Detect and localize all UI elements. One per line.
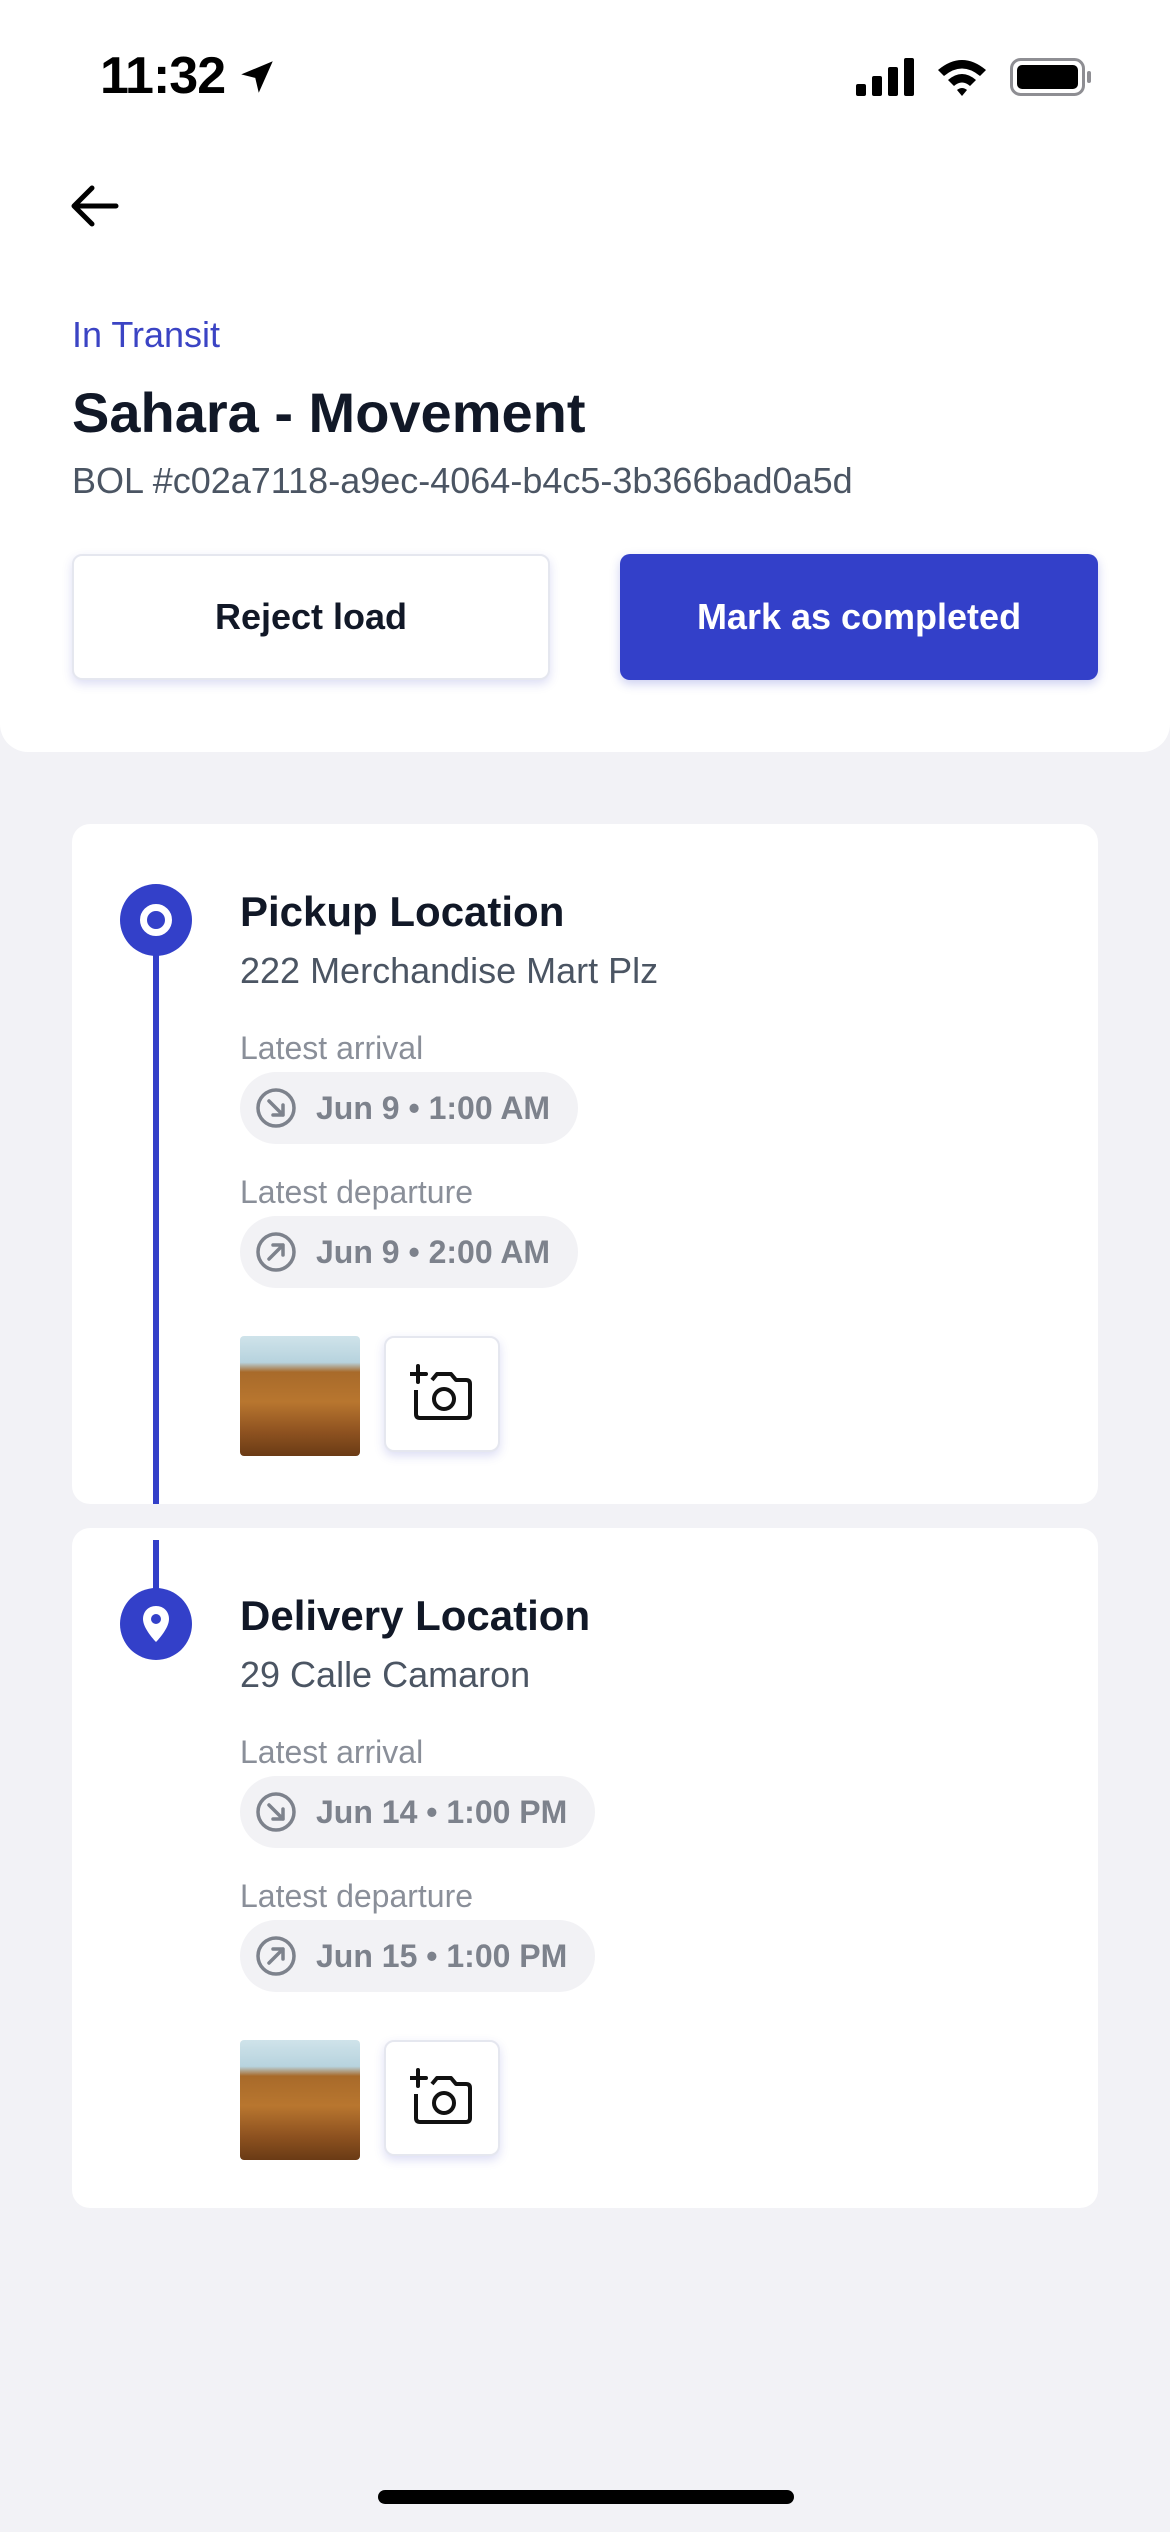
- camera-plus-icon: [410, 1364, 472, 1420]
- location-arrow-icon: [241, 61, 273, 93]
- page-title: Sahara - Movement: [72, 381, 586, 444]
- load-status: In Transit: [72, 314, 221, 355]
- map-pin-icon: [120, 1588, 192, 1660]
- camera-plus-icon: [410, 2068, 472, 2124]
- pickup-address: 222 Merchandise Mart Plz: [240, 950, 659, 991]
- bol-number: BOL #c02a7118-a9ec-4064-b4c5-3b366bad0a5…: [72, 460, 853, 501]
- pickup-add-photo-button[interactable]: [384, 1336, 500, 1452]
- pickup-arrival-label: Latest arrival: [240, 1030, 424, 1066]
- status-time: 11:32: [100, 47, 226, 105]
- pickup-arrival-chip: Jun 9 • 1:00 AM: [240, 1072, 579, 1144]
- delivery-photo-thumbnail[interactable]: [240, 2040, 360, 2160]
- pickup-photo-thumbnail[interactable]: [240, 1336, 360, 1456]
- pickup-departure-label: Latest departure: [240, 1174, 474, 1210]
- pickup-title: Pickup Location: [240, 888, 565, 935]
- timeline-connector: [153, 954, 159, 1504]
- departure-clock-icon: [256, 1232, 296, 1272]
- delivery-departure-value: Jun 15 • 1:00 PM: [316, 1937, 568, 1974]
- pickup-departure-value: Jun 9 • 2:00 AM: [316, 1233, 551, 1270]
- arrival-clock-icon: [256, 1088, 296, 1128]
- pickup-departure-chip: Jun 9 • 2:00 AM: [240, 1216, 579, 1288]
- delivery-arrival-value: Jun 14 • 1:00 PM: [316, 1793, 568, 1830]
- pickup-stop-card: [72, 824, 1098, 1504]
- delivery-title: Delivery Location: [240, 1592, 591, 1639]
- wifi-icon: [938, 60, 986, 96]
- arrival-clock-icon: [256, 1792, 296, 1832]
- pickup-arrival-value: Jun 9 • 1:00 AM: [316, 1089, 551, 1126]
- delivery-address: 29 Calle Camaron: [240, 1654, 531, 1695]
- delivery-add-photo-button[interactable]: [384, 2040, 500, 2156]
- status-bar: 11:32: [0, 0, 1170, 150]
- mark-completed-button[interactable]: Mark as completed: [620, 554, 1098, 680]
- home-indicator[interactable]: [378, 2490, 794, 2504]
- map-pin-glyph: [143, 1606, 169, 1642]
- delivery-departure-chip: Jun 15 • 1:00 PM: [240, 1920, 596, 1992]
- reject-load-button[interactable]: Reject load: [72, 554, 550, 680]
- cellular-signal-icon: [856, 58, 914, 96]
- ring-marker-icon: [120, 884, 192, 956]
- delivery-departure-label: Latest departure: [240, 1878, 474, 1914]
- departure-clock-icon: [256, 1936, 296, 1976]
- back-arrow-icon[interactable]: [64, 176, 124, 236]
- battery-icon: [1010, 58, 1091, 96]
- delivery-arrival-chip: Jun 14 • 1:00 PM: [240, 1776, 596, 1848]
- delivery-arrival-label: Latest arrival: [240, 1734, 424, 1770]
